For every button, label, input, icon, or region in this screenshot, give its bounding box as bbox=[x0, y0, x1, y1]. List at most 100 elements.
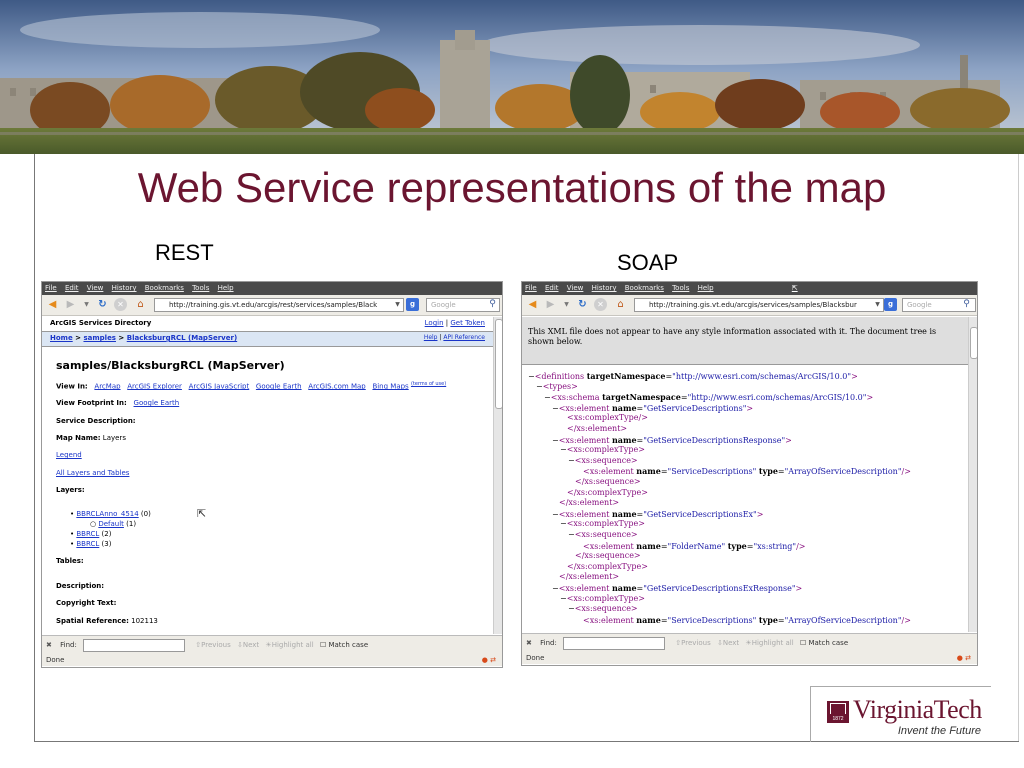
google-engine-icon[interactable]: g bbox=[884, 298, 897, 311]
menu-help[interactable]: Help bbox=[218, 284, 234, 292]
xml-tag: /> bbox=[901, 467, 911, 477]
directory-title: ArcGIS Services Directory bbox=[50, 319, 152, 327]
footprint-google-earth-link[interactable]: Google Earth bbox=[134, 399, 180, 407]
menu-history[interactable]: History bbox=[112, 284, 137, 292]
reload-icon[interactable]: ↻ bbox=[576, 298, 589, 311]
xml-minus[interactable]: − bbox=[560, 445, 567, 454]
find-previous-button[interactable]: ⇧Previous bbox=[675, 639, 710, 647]
back-arrow-icon[interactable]: ◀ bbox=[46, 298, 59, 311]
xml-line[interactable]: −<xs:complexType> bbox=[560, 594, 645, 605]
terms-of-use-link[interactable]: (terms of use) bbox=[411, 381, 446, 387]
xml-minus[interactable]: − bbox=[568, 456, 575, 465]
find-input[interactable] bbox=[83, 638, 186, 652]
all-layers-link[interactable]: All Layers and Tables bbox=[56, 469, 129, 477]
api-reference-link[interactable]: API Reference bbox=[443, 334, 485, 341]
scrollbar-thumb[interactable] bbox=[495, 319, 502, 409]
stop-icon[interactable]: ✕ bbox=[594, 298, 607, 311]
view-in-bing-maps[interactable]: Bing Maps bbox=[372, 382, 408, 390]
xml-minus[interactable]: − bbox=[528, 372, 535, 381]
xml-tag: <xs:element bbox=[558, 509, 610, 519]
menu-bookmarks[interactable]: Bookmarks bbox=[145, 284, 184, 292]
vertical-scrollbar[interactable] bbox=[493, 317, 502, 634]
view-in-arcgis-explorer[interactable]: ArcGIS Explorer bbox=[127, 382, 182, 390]
addon-icon[interactable]: ● ⇄ bbox=[957, 652, 971, 664]
legend-link[interactable]: Legend bbox=[56, 451, 82, 459]
view-in-arcmap[interactable]: ArcMap bbox=[94, 382, 120, 390]
layer-link[interactable]: Default bbox=[98, 520, 124, 528]
address-bar[interactable]: http://training.gis.vt.edu/arcgis/rest/s… bbox=[154, 298, 404, 312]
xml-minus[interactable]: − bbox=[552, 436, 559, 445]
find-next-button[interactable]: ⇩Next bbox=[237, 641, 259, 649]
match-case-checkbox[interactable]: ☐ Match case bbox=[800, 639, 848, 647]
view-in-arcgis-com-map[interactable]: ArcGIS.com Map bbox=[308, 382, 365, 390]
crumb-samples[interactable]: samples bbox=[83, 334, 116, 342]
view-in-arcgis-javascript[interactable]: ArcGIS JavaScript bbox=[189, 382, 250, 390]
back-arrow-icon[interactable]: ◀ bbox=[526, 298, 539, 311]
home-icon[interactable]: ⌂ bbox=[614, 298, 627, 311]
help-link[interactable]: Help bbox=[424, 334, 438, 341]
xml-line: </xs:element> bbox=[567, 424, 627, 435]
layer-link[interactable]: BBRCLAnno_4514 bbox=[76, 510, 138, 518]
xml-minus[interactable]: − bbox=[552, 404, 559, 413]
highlight-all-button[interactable]: ☀Highlight all bbox=[265, 641, 313, 649]
crumb-service[interactable]: BlacksburgRCL (MapServer) bbox=[127, 334, 237, 342]
google-engine-icon[interactable]: g bbox=[406, 298, 419, 311]
search-magnifier-icon[interactable]: ⚲ bbox=[486, 298, 499, 311]
menu-tools[interactable]: Tools bbox=[672, 284, 689, 292]
vertical-scrollbar[interactable] bbox=[968, 317, 977, 632]
stop-icon[interactable]: ✕ bbox=[114, 298, 127, 311]
menu-history[interactable]: History bbox=[592, 284, 617, 292]
close-find-icon[interactable]: ✖ bbox=[526, 639, 532, 647]
highlight-all-button[interactable]: ☀Highlight all bbox=[745, 639, 793, 647]
menu-file[interactable]: File bbox=[525, 284, 537, 292]
addon-icon[interactable]: ● ⇄ bbox=[482, 654, 496, 666]
url-dropdown-icon[interactable]: ▼ bbox=[391, 298, 404, 311]
xml-line[interactable]: −<types> bbox=[536, 382, 578, 393]
menu-view[interactable]: View bbox=[87, 284, 104, 292]
xml-line[interactable]: −<xs:sequence> bbox=[568, 604, 638, 615]
xml-line: <xs:element name="ServiceDescriptions" t… bbox=[583, 615, 911, 627]
spatial-reference-value: 102113 bbox=[131, 617, 158, 625]
layer-link[interactable]: BBRCL bbox=[76, 530, 99, 538]
menu-edit[interactable]: Edit bbox=[65, 284, 79, 292]
url-dropdown-icon[interactable]: ▼ bbox=[871, 298, 884, 311]
xml-line[interactable]: −<xs:complexType> bbox=[560, 445, 645, 456]
history-dropdown-icon[interactable]: ▼ bbox=[560, 298, 573, 311]
home-icon[interactable]: ⌂ bbox=[134, 298, 147, 311]
scrollbar-thumb[interactable] bbox=[970, 327, 977, 359]
xml-line[interactable]: −<xs:sequence> bbox=[568, 456, 638, 467]
history-dropdown-icon[interactable]: ▼ bbox=[80, 298, 93, 311]
menu-help[interactable]: Help bbox=[698, 284, 714, 292]
reload-icon[interactable]: ↻ bbox=[96, 298, 109, 311]
login-link[interactable]: Login bbox=[425, 319, 444, 327]
find-previous-button[interactable]: ⇧Previous bbox=[195, 641, 230, 649]
search-magnifier-icon[interactable]: ⚲ bbox=[960, 298, 973, 311]
menu-bookmarks[interactable]: Bookmarks bbox=[625, 284, 664, 292]
close-find-icon[interactable]: ✖ bbox=[46, 641, 52, 649]
crumb-home[interactable]: Home bbox=[50, 334, 73, 342]
xml-minus[interactable]: − bbox=[568, 530, 575, 539]
layer-link[interactable]: BBRCL bbox=[76, 540, 99, 548]
xml-line[interactable]: −<xs:complexType> bbox=[560, 519, 645, 530]
address-bar[interactable]: http://training.gis.vt.edu/arcgis/servic… bbox=[634, 298, 884, 312]
xml-minus[interactable]: − bbox=[560, 519, 567, 528]
xml-minus[interactable]: − bbox=[552, 584, 559, 593]
match-case-checkbox[interactable]: ☐ Match case bbox=[320, 641, 368, 649]
get-token-link[interactable]: Get Token bbox=[450, 319, 485, 327]
xml-minus[interactable]: − bbox=[568, 604, 575, 613]
xml-minus[interactable]: − bbox=[552, 510, 559, 519]
find-input[interactable] bbox=[563, 636, 666, 650]
view-in-google-earth[interactable]: Google Earth bbox=[256, 382, 302, 390]
find-next-button[interactable]: ⇩Next bbox=[717, 639, 739, 647]
menu-file[interactable]: File bbox=[45, 284, 57, 292]
menu-edit[interactable]: Edit bbox=[545, 284, 559, 292]
xml-minus[interactable]: − bbox=[536, 382, 543, 391]
xml-eq: = bbox=[660, 615, 668, 625]
xml-minus[interactable]: − bbox=[544, 393, 551, 402]
forward-arrow-icon[interactable]: ▶ bbox=[544, 298, 557, 311]
menu-tools[interactable]: Tools bbox=[192, 284, 209, 292]
menu-view[interactable]: View bbox=[567, 284, 584, 292]
xml-line[interactable]: −<xs:sequence> bbox=[568, 530, 638, 541]
xml-minus[interactable]: − bbox=[560, 594, 567, 603]
forward-arrow-icon[interactable]: ▶ bbox=[64, 298, 77, 311]
